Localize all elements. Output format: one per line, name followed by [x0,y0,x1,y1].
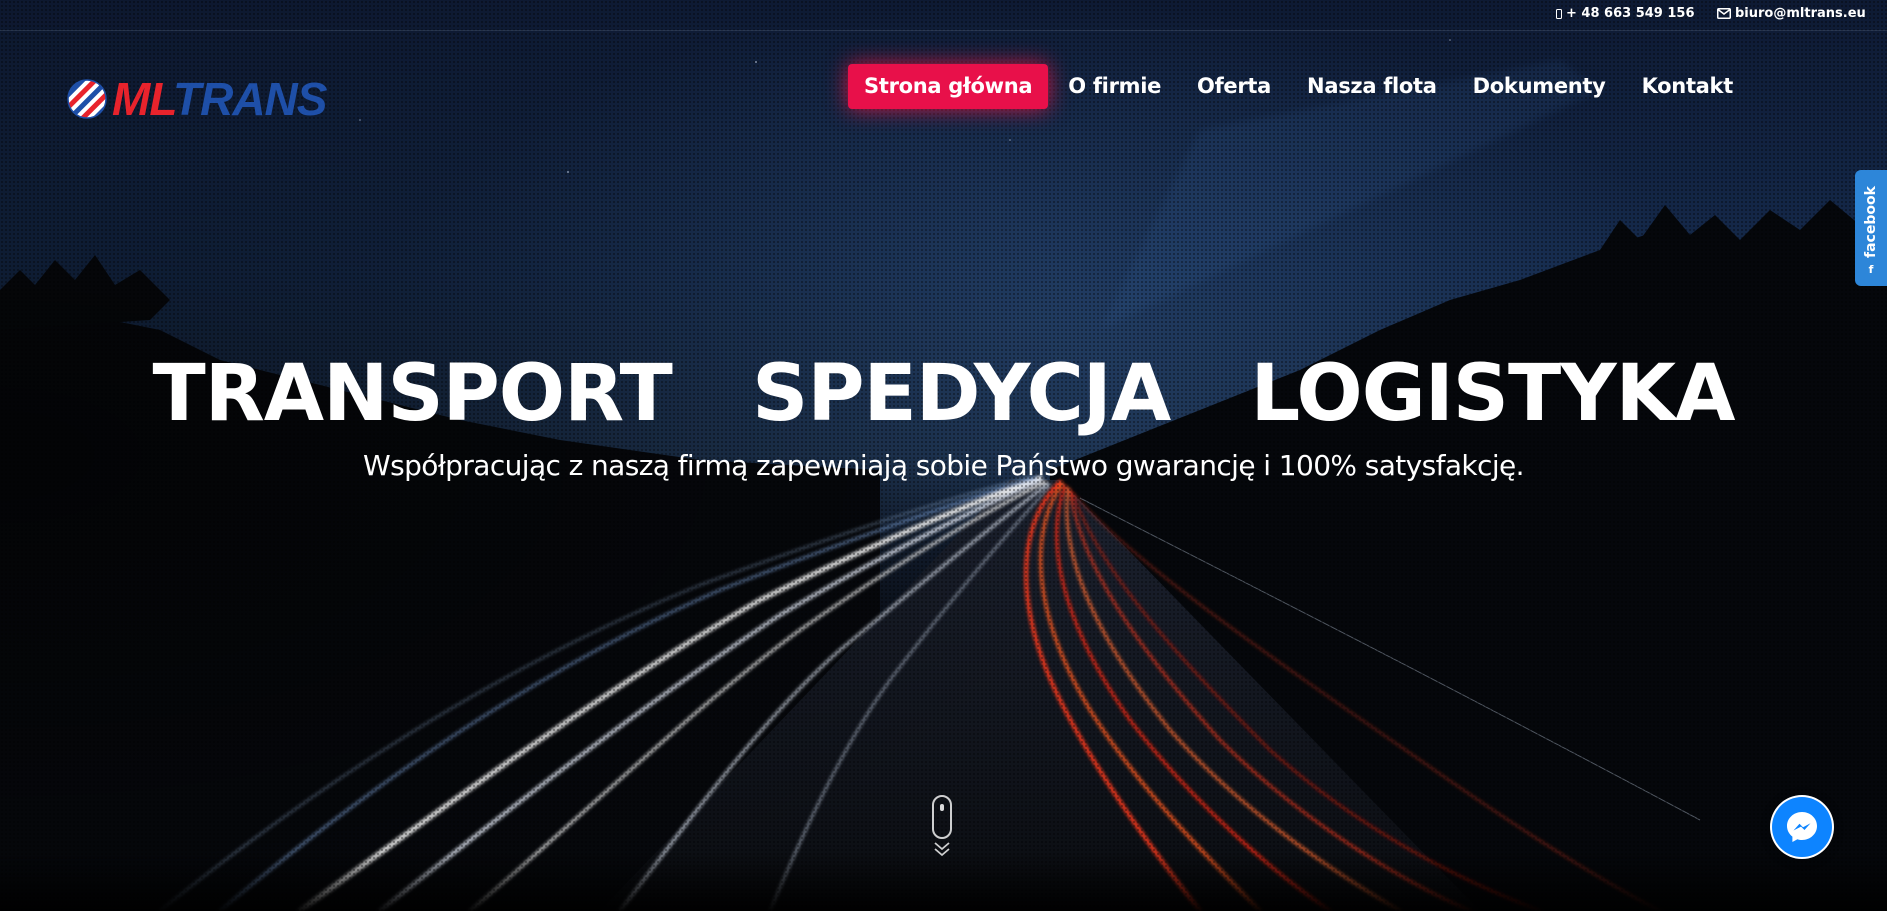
topbar-phone-text: + 48 663 549 156 [1566,6,1695,21]
nav-item-about[interactable]: O firmie [1050,64,1179,109]
nav-item-documents[interactable]: Dokumenty [1455,64,1624,109]
nav-item-contact[interactable]: Kontakt [1624,64,1751,109]
nav-item-offer[interactable]: Oferta [1179,64,1289,109]
site-logo[interactable]: MLTRANS [66,74,386,124]
hero-subline: Współpracując z naszą firmą zapewniają s… [363,449,1524,482]
double-chevron-down-icon [934,842,950,857]
topbar-phone-link[interactable]: + 48 663 549 156 [1556,6,1695,21]
nav-item-fleet[interactable]: Nasza flota [1289,64,1455,109]
phone-icon [1556,8,1562,19]
page: + 48 663 549 156 biuro@mltrans.eu MLTRAN… [0,0,1887,911]
facebook-side-tab[interactable]: facebook f [1855,170,1887,286]
facebook-tab-label: facebook [1863,186,1879,258]
logo-text-trans: TRANS [173,73,327,125]
main-nav: Strona główna O firmie Oferta Nasza flot… [848,64,1751,109]
logo-text: MLTRANS [112,73,327,125]
topbar-email-text: biuro@mltrans.eu [1735,6,1866,21]
messenger-icon [1787,812,1817,842]
top-contact-bar: + 48 663 549 156 biuro@mltrans.eu [0,0,1887,31]
topbar-email-link[interactable]: biuro@mltrans.eu [1717,6,1866,21]
mouse-wheel [940,804,944,811]
mouse-scroll-icon [932,795,952,839]
facebook-icon: f [1868,263,1874,276]
messenger-chat-button[interactable] [1772,797,1832,857]
nav-item-home[interactable]: Strona główna [848,64,1049,109]
logo-text-ml: ML [112,73,174,125]
logo-globe-icon [67,79,107,119]
hero-headline: TRANSPORT SPEDYCJA LOGISTYKA [152,349,1736,439]
envelope-icon [1717,8,1731,19]
scroll-down-indicator[interactable] [932,795,952,865]
